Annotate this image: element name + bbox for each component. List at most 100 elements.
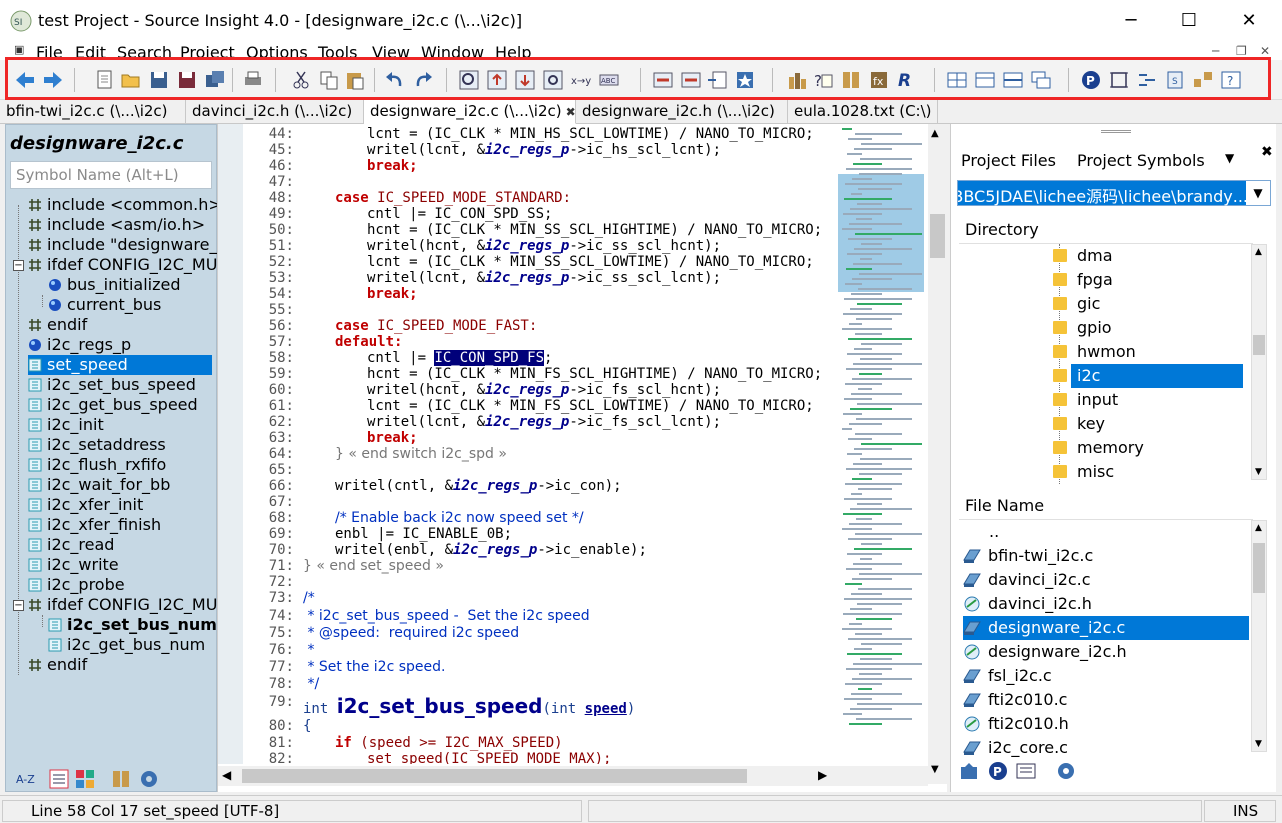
directory-item[interactable]: i2c [1053,364,1243,388]
file-item[interactable]: davinci_i2c.h [963,592,1092,616]
vertical-scrollbar[interactable]: ▲ ▼ [928,124,947,784]
directory-item[interactable]: misc [1053,460,1114,484]
open-folder-icon[interactable] [120,69,142,91]
symbol-item[interactable]: ifdef CONFIG_I2C_MUI [28,255,222,275]
code-minimap[interactable] [838,124,928,764]
minimize-button[interactable]: ─ [1108,6,1154,36]
tab-project-symbols[interactable]: Project Symbols [1077,151,1205,170]
bookmark-icon[interactable] [734,69,756,91]
print-icon[interactable] [242,69,264,91]
mdi-restore-button[interactable]: ❐ [1236,44,1247,58]
az-sort-icon[interactable]: A-Z [16,768,38,790]
symbol-search-input[interactable]: Symbol Name (Alt+L) [10,161,212,189]
directory-item[interactable]: hwmon [1053,340,1136,364]
help-icon[interactable]: ? [1220,69,1242,91]
file-item[interactable]: fsl_i2c.c [963,664,1052,688]
undo-icon[interactable] [384,69,406,91]
file-item[interactable]: designware_i2c.h [963,640,1127,664]
file-item[interactable]: bfin-twi_i2c.c [963,544,1093,568]
selected-text[interactable]: IC_CON_SPD_FS [434,350,545,366]
symbol-item[interactable]: include <asm/io.h> [28,215,205,235]
project-r-icon[interactable]: R [896,69,918,91]
horizontal-scrollbar[interactable]: ◀ ▶ [218,766,928,786]
save-icon[interactable] [148,69,170,91]
mdi-minimize-button[interactable]: ─ [1212,44,1219,58]
symbol-item[interactable]: i2c_set_bus_speed [28,375,196,395]
symbol-item[interactable]: i2c_wait_for_bb [28,475,170,495]
grid-layout-icon[interactable] [946,69,968,91]
gear-icon[interactable] [138,768,160,790]
context-book-icon[interactable] [840,69,862,91]
redo-icon[interactable] [412,69,434,91]
scroll-down-icon[interactable]: ▼ [931,764,939,775]
symbol-item[interactable]: set_speed [28,355,212,375]
copy-icon[interactable] [318,69,340,91]
file-name-header[interactable]: File Name [959,492,1253,520]
tab-designware-i2c-c[interactable]: designware_i2c.c (\...\i2c) ✖ [364,100,576,124]
directory-item[interactable]: input [1053,388,1118,412]
scrollbar-thumb[interactable] [1253,335,1265,355]
jump-previous-icon[interactable] [652,69,674,91]
tab-close-icon[interactable]: ✖ [566,105,576,119]
replace-icon[interactable]: x→y [570,69,592,91]
collapse-icon[interactable]: − [13,600,24,611]
scroll-left-icon[interactable]: ◀ [222,768,231,782]
forward-arrow-icon[interactable] [42,69,64,91]
search-forward-icon[interactable] [514,69,536,91]
scrollbar-thumb[interactable] [1253,543,1265,593]
symbol-item[interactable]: include "designware_i [28,235,222,255]
directory-item[interactable]: dma [1053,244,1113,268]
symbol-item[interactable]: i2c_read [28,535,114,555]
chevron-down-icon[interactable]: ▼ [1225,151,1234,165]
browse-files-icon[interactable] [959,760,981,782]
path-dropdown[interactable]: ...DP-BBC5JDAE\lichee源码\lichee\brandy\ ▼ [957,180,1271,206]
symbol-item[interactable]: i2c_write [28,555,119,575]
symbol-item[interactable]: i2c_get_bus_num [48,635,205,655]
cut-icon[interactable] [290,69,312,91]
list-view-icon[interactable] [48,768,70,790]
directory-item[interactable]: gpio [1053,316,1112,340]
horizontal-layout-icon[interactable] [974,69,996,91]
directory-header[interactable]: Directory [959,216,1253,244]
tab-project-files[interactable]: Project Files [961,151,1056,170]
scrollbar-thumb[interactable] [930,214,945,258]
file-item[interactable]: davinci_i2c.c [963,568,1091,592]
symbol-window-icon[interactable] [1108,69,1130,91]
file-item[interactable]: designware_i2c.c [963,616,1249,640]
book-icon[interactable] [110,768,132,790]
symbol-item[interactable]: i2c_setaddress [28,435,166,455]
file-item[interactable]: .. [963,520,999,544]
tab-designware-i2c-h[interactable]: designware_i2c.h (\...\i2c) [576,100,788,124]
lookup-references-icon[interactable]: ABC [598,69,620,91]
tab-davinci-i2c-h[interactable]: davinci_i2c.h (\...\i2c) [186,100,364,124]
panel-grip[interactable] [1101,130,1131,133]
directory-item[interactable]: fpga [1053,268,1113,292]
project-p-icon[interactable]: P [1080,69,1102,91]
jump-to-definition-icon[interactable] [706,69,728,91]
symbol-item[interactable]: i2c_xfer_finish [28,515,161,535]
file-item[interactable]: i2c_core.c [963,736,1068,760]
outline-icon[interactable] [1136,69,1158,91]
relation-window-icon[interactable] [786,69,808,91]
file-info-icon[interactable]: S [1164,69,1186,91]
maximize-button[interactable]: ☐ [1166,6,1212,36]
directory-item[interactable]: key [1053,412,1105,436]
symbol-item[interactable]: i2c_init [28,415,104,435]
symbol-item[interactable]: i2c_regs_p [28,335,131,355]
symbol-item[interactable]: endif [28,315,87,335]
call-graph-icon[interactable]: fx [868,69,890,91]
code-editor[interactable]: lcnt = (IC_CLK * MIN_HS_SCL_LOWTIME) / N… [217,124,947,792]
code-area[interactable]: lcnt = (IC_CLK * MIN_HS_SCL_LOWTIME) / N… [244,124,834,764]
doc-menu-icon[interactable]: ▣ [14,43,24,56]
search-backward-icon[interactable] [486,69,508,91]
symbol-item[interactable]: i2c_flush_rxfifo [28,455,166,475]
symbol-item[interactable]: include <common.h> [28,195,222,215]
close-all-icon[interactable] [204,69,226,91]
file-item[interactable]: fti2c010.c [963,688,1067,712]
close-button[interactable]: ✕ [1226,6,1272,36]
directory-item[interactable]: memory [1053,436,1144,460]
directory-scrollbar[interactable]: ▲ ▼ [1251,244,1267,480]
scroll-up-icon[interactable]: ▲ [1255,523,1262,533]
scrollbar-thumb[interactable] [242,769,747,783]
symbol-item[interactable]: bus_initialized [48,275,180,295]
